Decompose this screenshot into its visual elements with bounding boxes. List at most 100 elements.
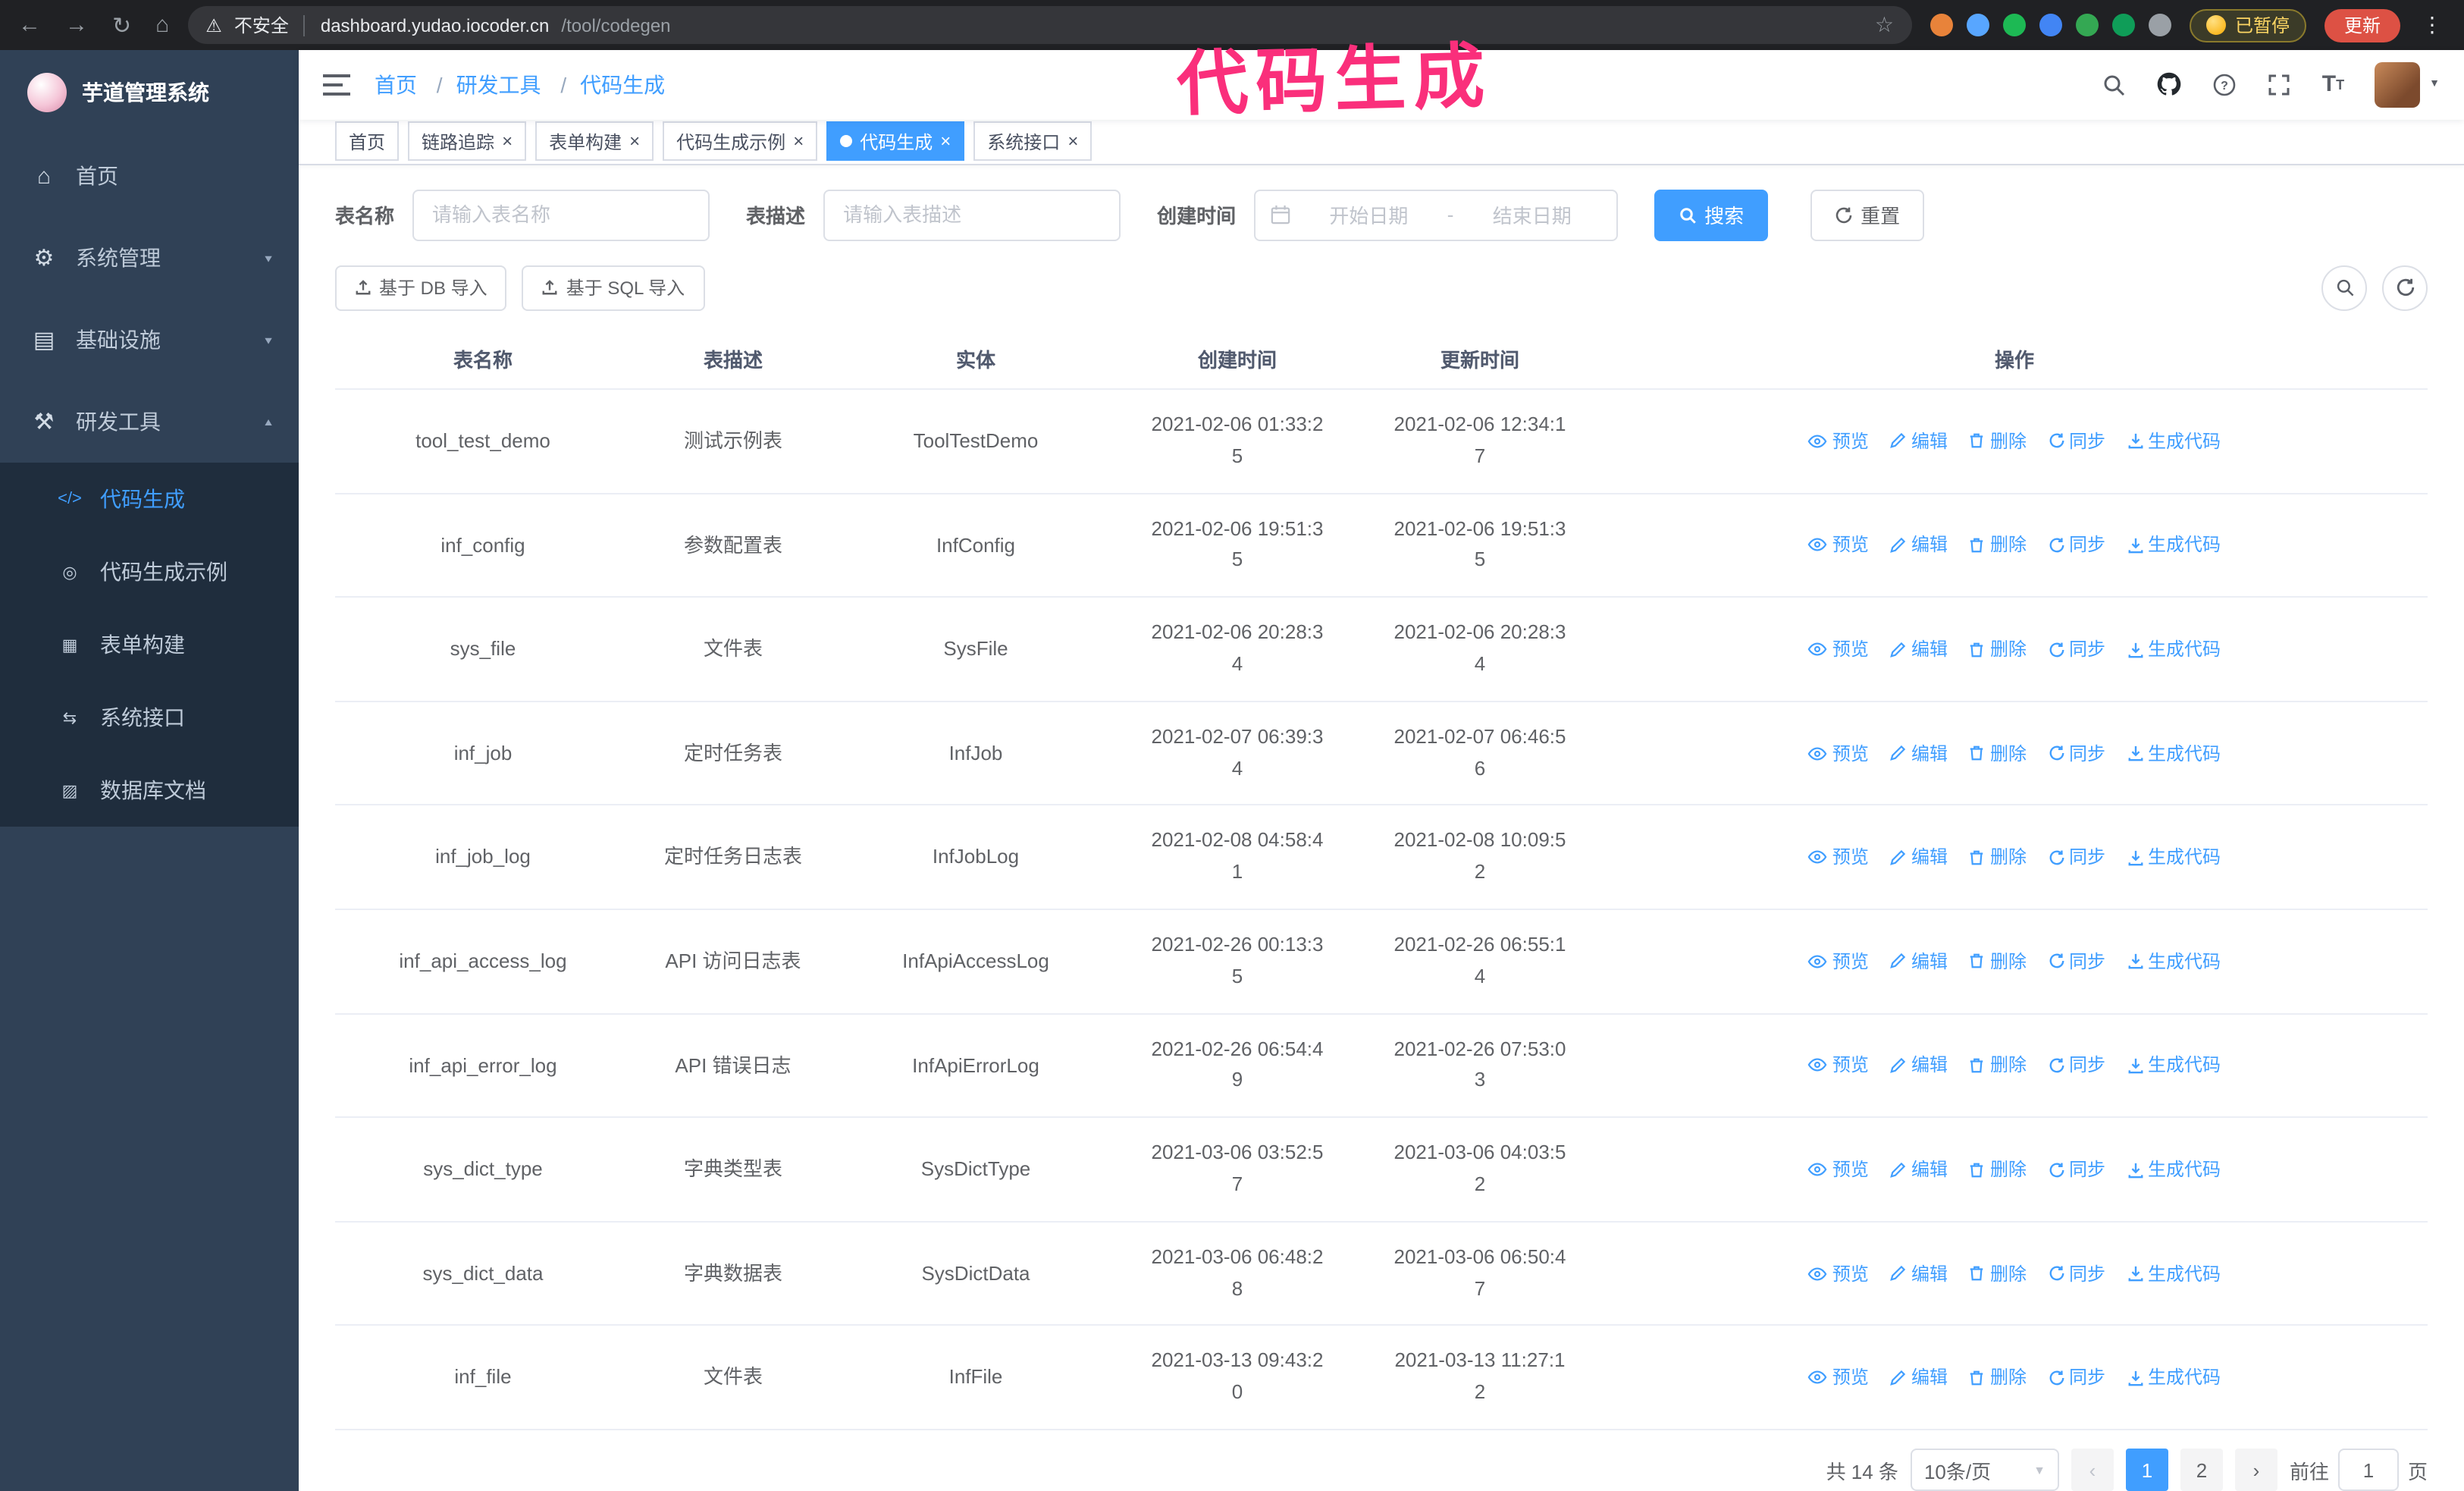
edit-link[interactable]: 编辑 [1890, 948, 1948, 975]
sync-link[interactable]: 同步 [2048, 1260, 2105, 1287]
font-size-icon[interactable]: TT [2322, 72, 2344, 98]
hamburger-icon[interactable] [323, 73, 350, 97]
table-desc-input[interactable] [823, 189, 1121, 241]
goto-page-input[interactable] [2337, 1449, 2399, 1491]
tab[interactable]: 链路追踪 × [408, 121, 527, 162]
extension-icon[interactable] [1930, 14, 1953, 36]
edit-link[interactable]: 编辑 [1890, 1364, 1948, 1391]
generate-code-link[interactable]: 生成代码 [2127, 1260, 2221, 1287]
refresh-icon[interactable]: ↻ [112, 11, 131, 39]
tab[interactable]: 系统接口 × [973, 121, 1092, 162]
preview-link[interactable]: 预览 [1808, 1260, 1869, 1287]
table-name-input[interactable] [412, 189, 710, 241]
preview-link[interactable]: 预览 [1808, 1156, 1869, 1183]
preview-link[interactable]: 预览 [1808, 428, 1869, 455]
sidebar-item[interactable]: ⌂ 首页 [0, 135, 299, 217]
generate-code-link[interactable]: 生成代码 [2127, 1052, 2221, 1079]
preview-link[interactable]: 预览 [1808, 636, 1869, 663]
sync-link[interactable]: 同步 [2048, 1364, 2105, 1391]
sync-link[interactable]: 同步 [2048, 532, 2105, 559]
sync-link[interactable]: 同步 [2048, 843, 2105, 871]
preview-link[interactable]: 预览 [1808, 948, 1869, 975]
sync-link[interactable]: 同步 [2048, 1052, 2105, 1079]
edit-link[interactable]: 编辑 [1890, 1156, 1948, 1183]
page-number-button[interactable]: 1 [2125, 1449, 2168, 1491]
extension-icon[interactable] [2039, 14, 2062, 36]
generate-code-link[interactable]: 生成代码 [2127, 739, 2221, 767]
generate-code-link[interactable]: 生成代码 [2127, 948, 2221, 975]
edit-link[interactable]: 编辑 [1890, 532, 1948, 559]
back-icon[interactable]: ← [18, 12, 41, 38]
refresh-table-button[interactable] [2382, 265, 2428, 311]
sidebar-item[interactable]: ▤ 基础设施 ▼ [0, 299, 299, 381]
close-icon[interactable]: × [940, 132, 951, 150]
delete-link[interactable]: 删除 [1969, 1364, 2027, 1391]
tab[interactable]: 代码生成示例 × [663, 121, 818, 162]
breadcrumb-item[interactable]: 首页 [375, 73, 417, 97]
delete-link[interactable]: 删除 [1969, 948, 2027, 975]
generate-code-link[interactable]: 生成代码 [2127, 843, 2221, 871]
edit-link[interactable]: 编辑 [1890, 843, 1948, 871]
delete-link[interactable]: 删除 [1969, 1260, 2027, 1287]
search-button[interactable]: 搜索 [1654, 189, 1769, 241]
edit-link[interactable]: 编辑 [1890, 1260, 1948, 1287]
breadcrumb-item[interactable]: 代码生成 [580, 73, 665, 97]
edit-link[interactable]: 编辑 [1890, 739, 1948, 767]
generate-code-link[interactable]: 生成代码 [2127, 1156, 2221, 1183]
edit-link[interactable]: 编辑 [1890, 428, 1948, 455]
extension-icon[interactable] [2075, 14, 2099, 36]
sidebar-subitem[interactable]: ▨ 数据库文档 [0, 754, 299, 827]
generate-code-link[interactable]: 生成代码 [2127, 532, 2221, 559]
sync-link[interactable]: 同步 [2048, 739, 2105, 767]
sync-link[interactable]: 同步 [2048, 428, 2105, 455]
import-sql-button[interactable]: 基于 SQL 导入 [522, 265, 705, 311]
extension-icon[interactable] [1966, 14, 1989, 36]
breadcrumb-item[interactable]: 研发工具 [456, 73, 541, 97]
close-icon[interactable]: × [502, 132, 513, 150]
fullscreen-icon[interactable] [2268, 73, 2292, 97]
update-button[interactable]: 更新 [2324, 8, 2400, 42]
bookmark-star-icon[interactable]: ☆ [1875, 12, 1894, 38]
extension-icon[interactable] [2148, 14, 2171, 36]
preview-link[interactable]: 预览 [1808, 1052, 1869, 1079]
extension-icon[interactable] [2002, 14, 2026, 36]
user-menu[interactable]: ▼ [2375, 61, 2440, 108]
browser-menu-icon[interactable]: ⋮ [2419, 12, 2446, 38]
delete-link[interactable]: 删除 [1969, 636, 2027, 663]
preview-link[interactable]: 预览 [1808, 532, 1869, 559]
sidebar-subitem[interactable]: </> 代码生成 [0, 463, 299, 535]
delete-link[interactable]: 删除 [1969, 1156, 2027, 1183]
preview-link[interactable]: 预览 [1808, 1364, 1869, 1391]
edit-link[interactable]: 编辑 [1890, 1052, 1948, 1079]
reset-button[interactable]: 重置 [1810, 189, 1925, 241]
tab[interactable]: 代码生成 × [826, 121, 965, 162]
delete-link[interactable]: 删除 [1969, 843, 2027, 871]
preview-link[interactable]: 预览 [1808, 843, 1869, 871]
extension-icon[interactable] [2111, 14, 2135, 36]
page-size-select[interactable]: 10条/页 ▼ [1910, 1449, 2059, 1491]
generate-code-link[interactable]: 生成代码 [2127, 428, 2221, 455]
sidebar-item[interactable]: ⚒ 研发工具 ▲ [0, 381, 299, 463]
close-icon[interactable]: × [1067, 132, 1078, 150]
delete-link[interactable]: 删除 [1969, 1052, 2027, 1079]
page-number-button[interactable]: 2 [2180, 1449, 2223, 1491]
delete-link[interactable]: 删除 [1969, 739, 2027, 767]
generate-code-link[interactable]: 生成代码 [2127, 1364, 2221, 1391]
avatar[interactable] [2375, 61, 2421, 108]
search-icon[interactable] [2102, 73, 2127, 97]
sidebar-subitem[interactable]: ⇆ 系统接口 [0, 681, 299, 754]
delete-link[interactable]: 删除 [1969, 532, 2027, 559]
next-page-button[interactable]: › [2234, 1449, 2277, 1491]
date-range-picker[interactable]: 开始日期 - 结束日期 [1254, 189, 1619, 241]
close-icon[interactable]: × [793, 132, 804, 150]
forward-icon[interactable]: → [65, 12, 88, 38]
edit-link[interactable]: 编辑 [1890, 636, 1948, 663]
sync-link[interactable]: 同步 [2048, 636, 2105, 663]
paused-badge[interactable]: 已暂停 [2189, 8, 2306, 42]
import-db-button[interactable]: 基于 DB 导入 [335, 265, 507, 311]
generate-code-link[interactable]: 生成代码 [2127, 636, 2221, 663]
tab[interactable]: 首页 × [335, 121, 400, 162]
sidebar-subitem[interactable]: ◎ 代码生成示例 [0, 535, 299, 608]
close-icon[interactable]: × [629, 132, 640, 150]
help-icon[interactable]: ? [2213, 73, 2237, 97]
